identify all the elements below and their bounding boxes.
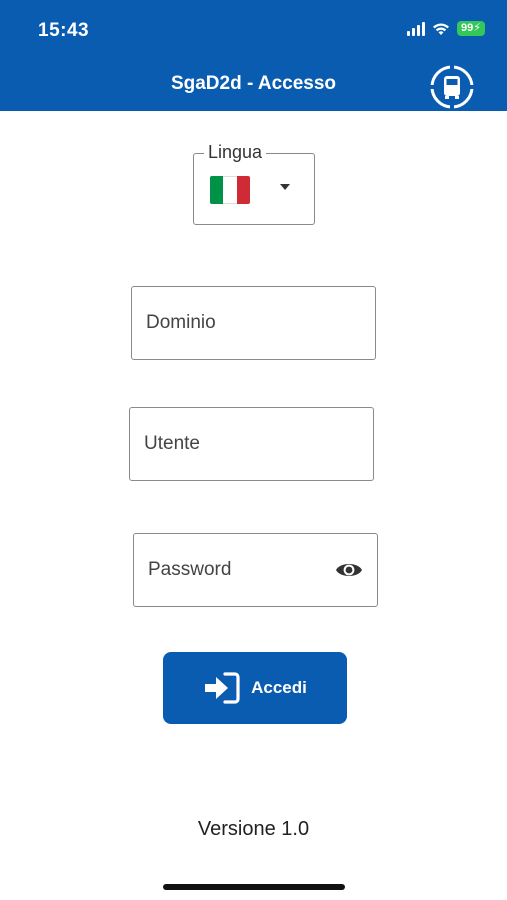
user-input[interactable] [130, 408, 373, 480]
caret-down-icon [280, 184, 290, 190]
eye-icon[interactable] [335, 559, 363, 581]
login-icon [205, 672, 240, 704]
top-app-bar: 15:43 99⚡ SgaD2d - Accesso [0, 0, 507, 111]
language-label: Lingua [204, 142, 267, 163]
user-field-container [129, 407, 374, 481]
wifi-icon [433, 23, 450, 35]
domain-input[interactable] [132, 287, 375, 359]
login-button[interactable]: Accedi [163, 652, 347, 724]
login-button-label: Accedi [251, 678, 307, 697]
battery-level: 99 [461, 22, 474, 34]
status-icons: 99⚡ [407, 21, 485, 36]
italy-flag-icon [210, 176, 250, 204]
home-indicator[interactable] [163, 884, 345, 890]
version-label: Versione 1.0 [197, 818, 310, 840]
truck-icon [429, 64, 475, 110]
status-time: 15:43 [38, 20, 90, 41]
language-selector[interactable]: Lingua [193, 142, 315, 225]
cellular-signal-icon [407, 21, 426, 36]
charging-bolt-icon: ⚡ [473, 22, 481, 34]
login-screen: 15:43 99⚡ SgaD2d - Accesso Lingua Domini… [0, 0, 507, 900]
password-field-container [133, 533, 378, 607]
domain-field-container [131, 286, 376, 360]
battery-indicator: 99⚡ [457, 21, 485, 36]
truck-button[interactable] [428, 63, 476, 111]
